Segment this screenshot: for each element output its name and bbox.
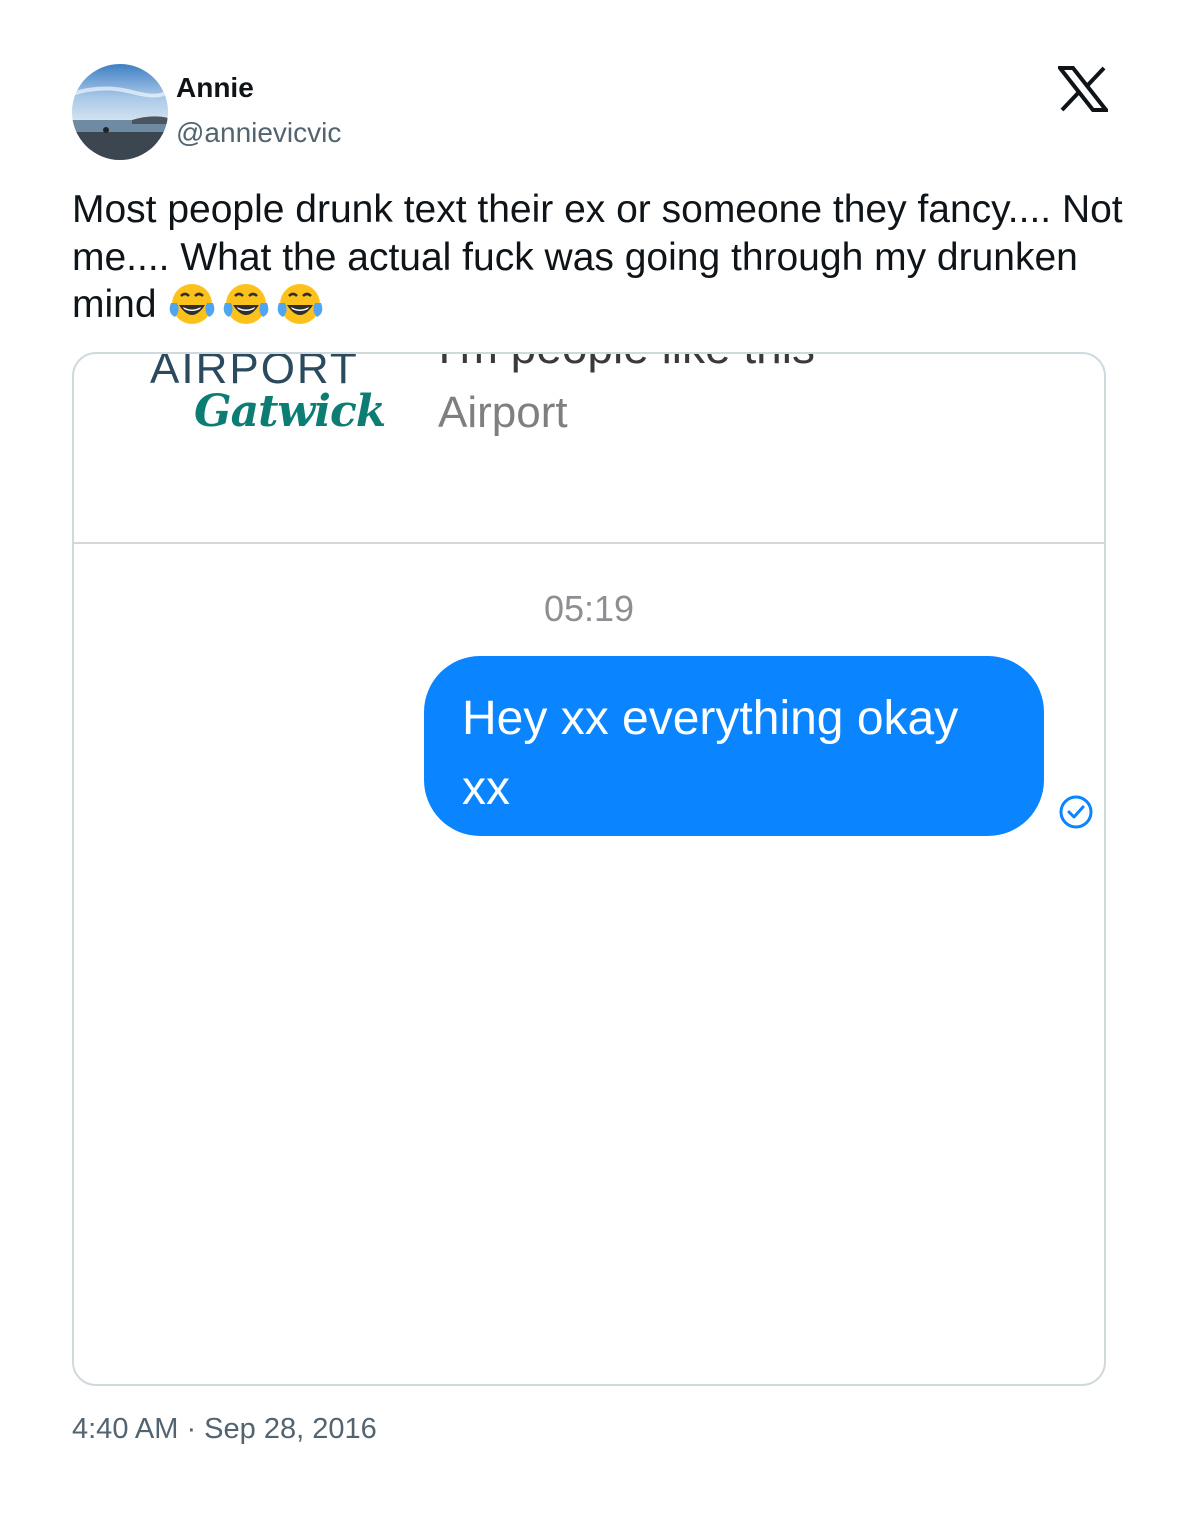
face-with-tears-of-joy-icon xyxy=(278,284,323,324)
tweet-timestamp[interactable]: 4:40 AM · Sep 28, 2016 xyxy=(72,1413,377,1446)
check-circle-icon xyxy=(1059,795,1093,829)
author-handle[interactable]: @annievicvic xyxy=(176,117,341,149)
header-divider xyxy=(74,542,1104,544)
airport-logo-line2: Gatwick xyxy=(194,386,386,437)
face-with-tears-of-joy-icon xyxy=(170,284,215,324)
contact-name: Airport xyxy=(438,388,568,437)
message-timestamp: 05:19 xyxy=(543,588,635,629)
media-attachment[interactable]: AIRPORT Gatwick I'm people like this Air… xyxy=(72,352,1106,1386)
header-cutoff-text: I'm people like this xyxy=(438,354,815,374)
message-text: Hey xx everything okay xx xyxy=(462,692,959,815)
beach-landscape-avatar xyxy=(72,64,168,160)
x-logo-icon[interactable] xyxy=(1058,66,1108,112)
sent-message-bubble: Hey xx everything okay xx xyxy=(424,656,1044,836)
tweet-text: Most people drunk text their ex or someo… xyxy=(72,186,1132,329)
face-with-tears-of-joy-icon xyxy=(224,284,269,324)
emoji-group xyxy=(167,283,329,326)
author-display-name[interactable]: Annie xyxy=(176,72,254,104)
avatar[interactable] xyxy=(72,64,168,160)
